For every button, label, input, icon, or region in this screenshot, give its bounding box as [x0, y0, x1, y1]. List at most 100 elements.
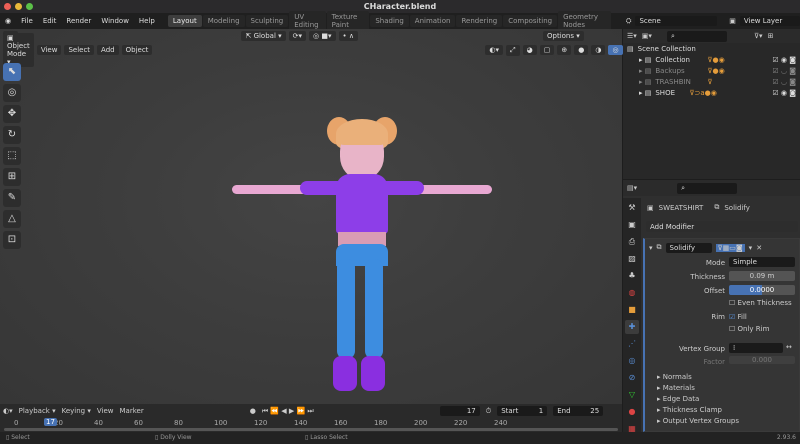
- material-tab-icon[interactable]: ●: [625, 405, 639, 419]
- tab-geometry-nodes[interactable]: Geometry Nodes: [558, 11, 611, 31]
- outliner-root[interactable]: ▤ Scene Collection: [623, 43, 800, 54]
- outliner-item[interactable]: ▸ ▤ SHOE ⊽⊃a●◉ ☑ ◉ ◙: [623, 87, 800, 98]
- playhead[interactable]: 17: [44, 418, 57, 426]
- factor-field[interactable]: 0.000: [729, 356, 795, 364]
- even-thickness-checkbox[interactable]: ☐ Even Thickness: [729, 299, 792, 307]
- maximize-window-button[interactable]: [26, 3, 33, 10]
- view-layer-icon[interactable]: ▣: [729, 17, 736, 25]
- frame-tick: 140: [294, 419, 308, 427]
- keying-menu[interactable]: Keying ▾: [62, 407, 91, 415]
- modifier-name-input[interactable]: Solidify: [665, 242, 712, 253]
- tab-rendering[interactable]: Rendering: [456, 15, 503, 27]
- outliner-item[interactable]: ▸ ▤ TRASHBIN ⊽ ☑ ◡ ◙: [623, 76, 800, 87]
- outliner-item[interactable]: ▸ ▤ Backups ⊽●◉ ☑ ◡ ◙: [623, 65, 800, 76]
- playback-label: Playback: [18, 407, 50, 415]
- properties-search-input[interactable]: ⌕: [677, 182, 738, 194]
- filter-icon[interactable]: ⊽▾: [754, 32, 763, 40]
- modifier-menu[interactable]: ▾: [749, 244, 753, 252]
- output-tab-icon[interactable]: ⎙: [625, 235, 639, 249]
- status-select-label: Select: [11, 434, 30, 441]
- frame-tick: 160: [334, 419, 348, 427]
- outliner-search-input[interactable]: ⌕: [666, 30, 727, 42]
- character-model[interactable]: [0, 29, 622, 404]
- status-bar: ▯ Select ▯ Dolly View ▯ Lasso Select 2.9…: [0, 432, 800, 444]
- particles-tab-icon[interactable]: ⋰: [625, 337, 639, 351]
- section-thickness-clamp[interactable]: ▸ Thickness Clamp: [657, 405, 739, 416]
- blender-logo-icon[interactable]: ◉: [0, 17, 16, 25]
- status-select: ▯ Select: [6, 434, 30, 441]
- visibility-toggles[interactable]: ☑ ◉ ◙: [772, 89, 796, 97]
- end-frame-field[interactable]: End 25: [553, 406, 604, 416]
- section-edge-data[interactable]: ▸ Edge Data: [657, 394, 739, 405]
- filter-view-icon[interactable]: ▣▾: [642, 32, 652, 40]
- menu-render[interactable]: Render: [61, 17, 96, 25]
- physics-tab-icon[interactable]: ◎: [625, 354, 639, 368]
- section-normals[interactable]: ▸ Normals: [657, 372, 739, 383]
- editor-type-icon[interactable]: ◐▾: [3, 407, 13, 415]
- visibility-toggles[interactable]: ☑ ◉ ◙: [772, 56, 796, 64]
- visibility-toggles[interactable]: ☑ ◡ ◙: [772, 67, 796, 75]
- modifier-tab-icon[interactable]: ✚: [625, 320, 639, 334]
- mode-dropdown[interactable]: Simple: [729, 257, 795, 267]
- tab-sculpting[interactable]: Sculpting: [245, 15, 289, 27]
- current-frame-field[interactable]: 17: [439, 406, 480, 416]
- display-mode-icon[interactable]: ☰▾: [627, 32, 637, 40]
- collapse-icon[interactable]: ▾: [649, 244, 653, 252]
- timeline: ◐▾ Playback ▾ Keying ▾ View Marker ● ⏮ ⏪…: [0, 404, 622, 432]
- title-bar: CHaracter.blend: [0, 0, 800, 13]
- menu-file[interactable]: File: [16, 17, 38, 25]
- view-layer-tab-icon[interactable]: ▨: [625, 252, 639, 266]
- tab-uv-editing[interactable]: UV Editing: [289, 11, 326, 31]
- start-frame-field[interactable]: Start 1: [497, 406, 548, 416]
- stopwatch-icon[interactable]: ⏱: [486, 407, 491, 416]
- tab-compositing[interactable]: Compositing: [503, 15, 558, 27]
- visibility-toggles[interactable]: ☑ ◡ ◙: [772, 78, 796, 86]
- tab-layout[interactable]: Layout: [167, 15, 202, 27]
- 3d-viewport[interactable]: ⌖▾ ⇱ Global ▾ ⟳▾ ◎ ■▾ • ∧ Options ▾ ▣ Ob…: [0, 29, 623, 404]
- close-window-button[interactable]: [4, 3, 11, 10]
- menu-edit[interactable]: Edit: [38, 17, 62, 25]
- tab-modeling[interactable]: Modeling: [202, 15, 245, 27]
- frame-tick: 240: [494, 419, 508, 427]
- editor-type-icon[interactable]: ▤▾: [627, 184, 637, 192]
- marker-menu[interactable]: Marker: [120, 407, 144, 415]
- scene-selector[interactable]: Scene: [635, 16, 718, 26]
- invert-vertex-group-icon[interactable]: ↔: [786, 343, 792, 351]
- remove-modifier-icon[interactable]: ✕: [756, 244, 762, 252]
- view-layer-selector[interactable]: View Layer: [739, 16, 800, 26]
- section-output-vertex-groups[interactable]: ▸ Output Vertex Groups: [657, 416, 739, 427]
- collection-icon: ▤: [627, 44, 634, 53]
- edit-mode-toggle[interactable]: ⊽▦▭◙: [715, 243, 745, 252]
- playback-controls[interactable]: ⏮ ⏪ ◀ ▶ ⏩ ⏭: [262, 407, 314, 416]
- object-tab-icon[interactable]: ■: [625, 303, 639, 317]
- section-materials[interactable]: ▸ Materials: [657, 383, 739, 394]
- tab-animation[interactable]: Animation: [409, 15, 456, 27]
- tab-texture-paint[interactable]: Texture Paint: [326, 11, 370, 31]
- menu-help[interactable]: Help: [134, 17, 160, 25]
- status-dolly-label: Dolly View: [160, 434, 192, 441]
- playback-menu[interactable]: Playback ▾: [19, 407, 56, 415]
- tab-shading[interactable]: Shading: [370, 15, 409, 27]
- frame-ruler[interactable]: 0 20 40 60 80 100 120 140 160 180 200 220 240 17: [0, 418, 622, 428]
- only-rim-checkbox[interactable]: ☐ Only Rim: [729, 325, 769, 333]
- add-modifier-dropdown[interactable]: Add Modifier: [646, 221, 798, 232]
- new-collection-icon[interactable]: ⊞: [768, 32, 774, 40]
- thickness-field[interactable]: 0.09 m: [729, 271, 795, 281]
- scene-icon[interactable]: ⛭: [626, 17, 632, 26]
- tool-tab-icon[interactable]: ⚒: [625, 201, 639, 215]
- offset-slider[interactable]: 0.0000: [729, 285, 795, 295]
- fill-checkbox[interactable]: ☑ Fill: [729, 313, 747, 321]
- timeline-scrollbar[interactable]: [4, 428, 618, 431]
- data-tab-icon[interactable]: ▽: [625, 388, 639, 402]
- render-tab-icon[interactable]: ▣: [625, 218, 639, 232]
- vertex-group-input[interactable]: ⁞: [729, 343, 783, 353]
- constraints-tab-icon[interactable]: ⊘: [625, 371, 639, 385]
- frame-tick: 80: [174, 419, 183, 427]
- view-menu[interactable]: View: [97, 407, 114, 415]
- outliner-item[interactable]: ▸ ▤ Collection ⊽●◉ ☑ ◉ ◙: [623, 54, 800, 65]
- scene-tab-icon[interactable]: ♣: [625, 269, 639, 283]
- world-tab-icon[interactable]: ◍: [625, 286, 639, 300]
- minimize-window-button[interactable]: [15, 3, 22, 10]
- menu-window[interactable]: Window: [96, 17, 134, 25]
- auto-key-toggle[interactable]: ●: [250, 407, 256, 415]
